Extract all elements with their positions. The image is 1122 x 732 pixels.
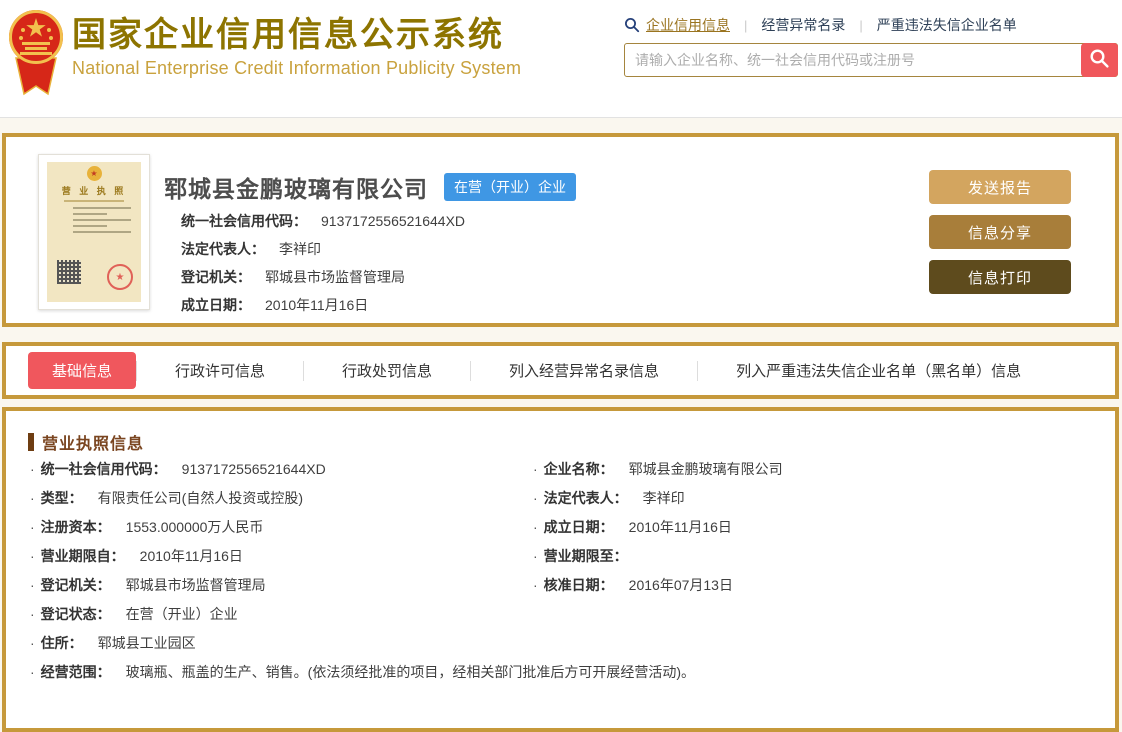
print-info-button[interactable]: 信息打印 xyxy=(929,260,1071,294)
share-info-button[interactable]: 信息分享 xyxy=(929,215,1071,249)
license-red-seal-icon: ★ xyxy=(107,264,133,290)
field-row-registration-authority: 登记机关： 郓城县市场监督管理局 xyxy=(181,269,405,285)
national-emblem-icon xyxy=(8,8,64,105)
tab-separator xyxy=(697,360,699,381)
tab-administrative-license[interactable]: 行政许可信息 xyxy=(175,360,265,381)
search-tab-blacklist[interactable]: 严重违法失信企业名单 xyxy=(877,15,1017,35)
business-license-document: ★ 营 业 执 照 ★ xyxy=(47,162,141,302)
search-box xyxy=(624,43,1118,77)
detail-row-establish-date: · 成立日期： 2010年11月16日 xyxy=(533,519,732,535)
site-title-cn: 国家企业信用信息公示系统 xyxy=(72,16,504,54)
company-summary-card: ★ 营 业 执 照 ★ 郓城县金鹏玻璃有限公司 在营（开业）企业 统一社会信用代… xyxy=(2,133,1119,327)
search-tab-separator: | xyxy=(744,17,748,33)
detail-row-approval-date: · 核准日期： 2016年07月13日 xyxy=(533,577,733,593)
search-tab-enterprise-credit[interactable]: 企业信用信息 xyxy=(646,15,730,35)
tab-basic-info[interactable]: 基础信息 xyxy=(28,352,137,389)
site-logo-link[interactable]: 国家企业信用信息公示系统 National Enterprise Credit … xyxy=(8,5,568,100)
search-tab-abnormal-list[interactable]: 经营异常名录 xyxy=(761,15,845,35)
license-text-line xyxy=(73,225,107,227)
tab-abnormal-operations[interactable]: 列入经营异常名录信息 xyxy=(509,360,659,381)
action-buttons: 发送报告 信息分享 信息打印 xyxy=(929,170,1071,294)
search-input[interactable] xyxy=(624,43,1118,77)
section-header: 营业执照信息 xyxy=(28,430,144,454)
info-tab-bar: 基础信息 行政许可信息 行政处罚信息 列入经营异常名录信息 列入严重违法失信企业… xyxy=(2,342,1119,399)
business-license-info-card: 营业执照信息 · 统一社会信用代码： 9137172556521644XD · 类型：… xyxy=(2,407,1119,732)
company-summary-fields: 统一社会信用代码： 9137172556521644XD 法定代表人： 李祥印 登记… xyxy=(181,207,465,319)
license-text-line xyxy=(73,219,131,221)
site-header: 国家企业信用信息公示系统 National Enterprise Credit … xyxy=(0,0,1122,118)
send-report-button[interactable]: 发送报告 xyxy=(929,170,1071,204)
section-marker-bar xyxy=(28,433,34,451)
tab-separator xyxy=(303,360,305,381)
search-tab-separator: | xyxy=(859,17,863,33)
site-title-en: National Enterprise Credit Information P… xyxy=(72,58,522,78)
license-title: 营 业 执 照 xyxy=(61,186,127,196)
field-row-credit-code: 统一社会信用代码： 9137172556521644XD xyxy=(181,213,466,229)
detail-right-column: · 企业名称： 郓城县金鹏玻璃有限公司 · 法定代表人： 李祥印 · 成立日期： 2010年… xyxy=(533,455,783,600)
detail-row-registration-status: · 登记状态： 在营（开业）企业 xyxy=(30,606,238,622)
search-button-icon xyxy=(1089,48,1110,72)
search-button[interactable] xyxy=(1081,43,1118,77)
company-name: 郓城县金鹏玻璃有限公司 xyxy=(164,176,428,202)
license-text-line xyxy=(73,207,131,209)
page-root: 国家企业信用信息公示系统 National Enterprise Credit … xyxy=(0,0,1122,732)
tab-administrative-penalty[interactable]: 行政处罚信息 xyxy=(342,360,432,381)
license-text-line xyxy=(73,231,131,233)
search-type-tabs: 企业信用信息 | 经营异常名录 | 严重违法失信企业名单 xyxy=(624,14,1120,36)
search-icon xyxy=(624,17,640,33)
tab-blacklist-info[interactable]: 列入严重违法失信企业名单（黑名单）信息 xyxy=(736,360,1021,381)
detail-row-address: · 住所： 郓城县工业园区 xyxy=(30,635,196,651)
license-text-line xyxy=(73,213,107,215)
header-search-area: 企业信用信息 | 经营异常名录 | 严重违法失信企业名单 xyxy=(624,14,1120,77)
site-titles: 国家企业信用信息公示系统 National Enterprise Credit … xyxy=(72,15,521,79)
tab-separator xyxy=(470,360,472,381)
company-header-row: 郓城县金鹏玻璃有限公司 在营（开业）企业 xyxy=(164,170,576,204)
status-badge: 在营（开业）企业 xyxy=(444,173,576,201)
detail-row-company-name: · 企业名称： 郓城县金鹏玻璃有限公司 xyxy=(533,461,783,477)
license-qr-code-icon xyxy=(57,260,81,284)
detail-row-business-scope: · 经营范围： 玻璃瓶、瓶盖的生产、销售。(依法须经批准的项目，经相关部门批准后方可… xyxy=(30,664,695,680)
license-emblem-icon: ★ xyxy=(86,166,102,181)
detail-row-term-to: · 营业期限至： xyxy=(533,548,628,564)
section-title: 营业执照信息 xyxy=(42,436,145,453)
field-row-establish-date: 成立日期： 2010年11月16日 xyxy=(181,297,369,313)
field-row-legal-rep: 法定代表人： 李祥印 xyxy=(181,241,321,257)
license-subtitle-line xyxy=(64,200,124,202)
tab-separator xyxy=(136,360,138,381)
business-license-thumbnail: ★ 营 业 执 照 ★ xyxy=(38,154,150,310)
detail-row-legal-rep: · 法定代表人： 李祥印 xyxy=(533,490,685,506)
